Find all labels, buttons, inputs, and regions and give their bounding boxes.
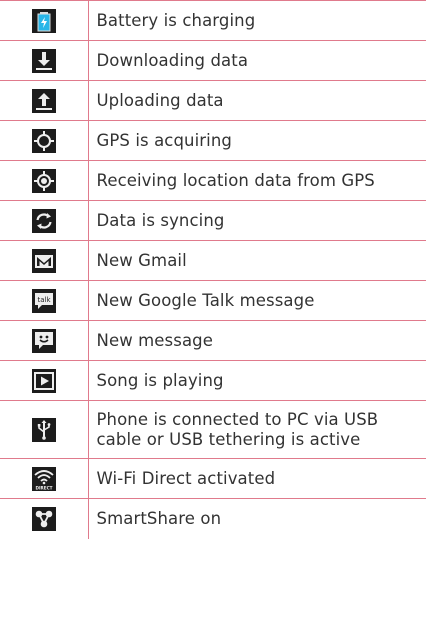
table-row: Receiving location data from GPS	[0, 160, 426, 201]
table-row: New Gmail	[0, 240, 426, 281]
table-row: GPS is acquiring	[0, 120, 426, 161]
row-label: New Gmail	[88, 240, 426, 281]
gps-receiving-icon	[31, 168, 56, 193]
table-row: Downloading data	[0, 40, 426, 81]
table-row: Data is syncing	[0, 200, 426, 241]
row-label: New Google Talk message	[88, 280, 426, 321]
sync-icon	[31, 208, 56, 233]
battery-charging-icon	[31, 8, 56, 33]
table-row: Uploading data	[0, 80, 426, 121]
gmail-icon	[31, 248, 56, 273]
google-talk-icon: talk	[31, 288, 56, 313]
row-label: SmartShare on	[96, 508, 222, 528]
table-row: DIRECT Wi-Fi Direct activated	[0, 458, 426, 499]
message-icon	[31, 328, 56, 353]
row-label: Wi-Fi Direct activated	[88, 458, 426, 499]
download-icon	[31, 48, 56, 73]
smartshare-icon	[31, 506, 56, 531]
usb-icon	[31, 417, 56, 442]
table-row: Phone is connected to PC via USB cable o…	[0, 400, 426, 459]
play-icon	[31, 368, 56, 393]
table-row: talk New Google Talk message	[0, 280, 426, 321]
row-label: Uploading data	[88, 80, 426, 121]
svg-text:DIRECT: DIRECT	[35, 485, 52, 490]
upload-icon	[31, 88, 56, 113]
table-row: SmartShare on	[0, 498, 426, 539]
gps-acquiring-icon	[31, 128, 56, 153]
row-label: Receiving location data from GPS	[88, 160, 426, 201]
table-row: Song is playing	[0, 360, 426, 401]
table-row: New message	[0, 320, 426, 361]
row-label: Downloading data	[88, 40, 426, 81]
row-label: Data is syncing	[88, 200, 426, 241]
wifi-direct-icon: DIRECT	[31, 466, 56, 491]
row-label: Battery is charging	[88, 0, 426, 41]
table-row: Battery is charging	[0, 0, 426, 41]
status-icon-legend-table: Battery is charging Downloading data Upl…	[0, 0, 426, 539]
svg-text:talk: talk	[37, 296, 51, 304]
row-label: Song is playing	[88, 360, 426, 401]
row-label: Phone is connected to PC via USB cable o…	[88, 400, 426, 459]
row-label: GPS is acquiring	[88, 120, 426, 161]
row-label: New message	[88, 320, 426, 361]
